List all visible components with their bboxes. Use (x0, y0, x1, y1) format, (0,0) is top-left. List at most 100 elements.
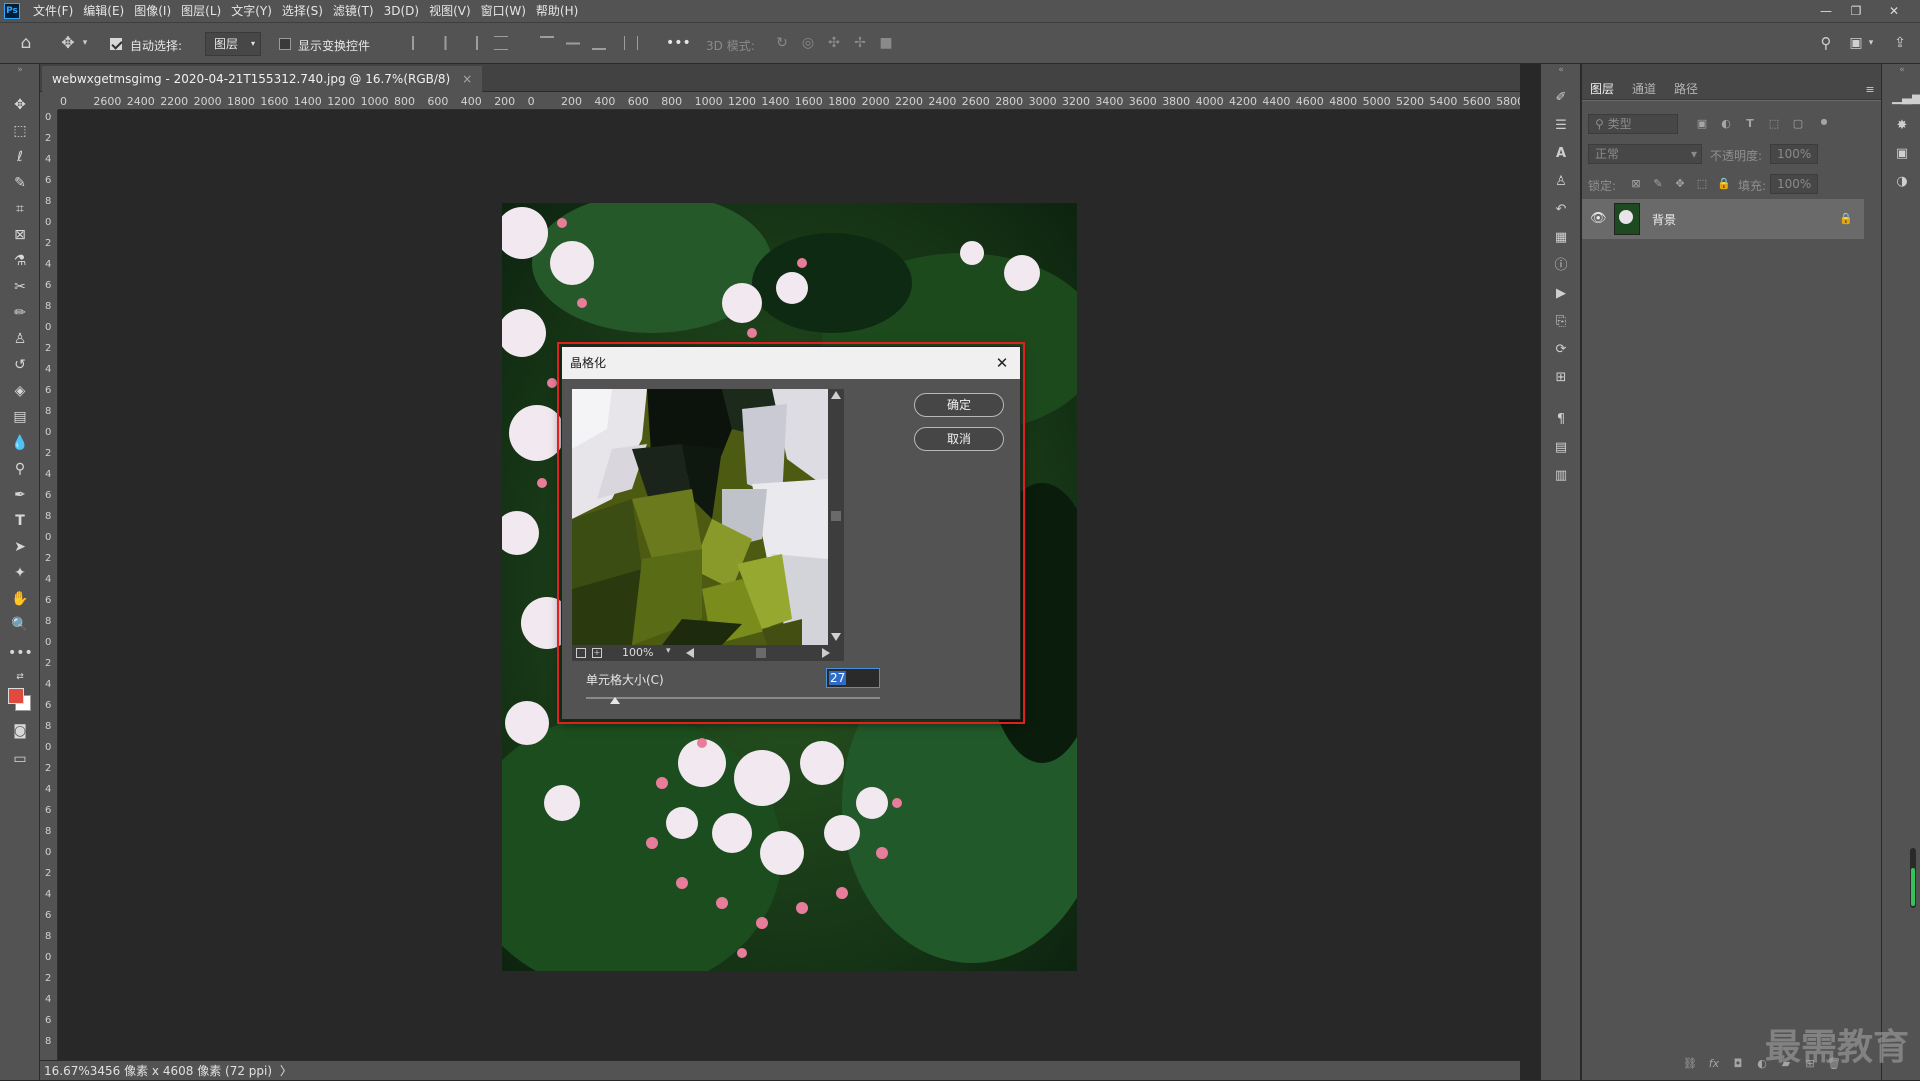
scroll-down-icon[interactable] (831, 633, 841, 641)
workspace-icon[interactable]: ▣ (1846, 33, 1866, 53)
notes-icon[interactable]: ▥ (1551, 466, 1571, 486)
chevron-down-icon[interactable]: ▾ (1866, 33, 1876, 53)
align-right-icon[interactable] (464, 36, 478, 50)
libraries-icon[interactable]: ▣ (1892, 144, 1912, 164)
align-middle-icon[interactable] (566, 36, 580, 50)
history-icon[interactable]: ↶ (1551, 200, 1571, 220)
type-tool-icon[interactable]: T (8, 510, 32, 532)
filter-pixel-icon[interactable]: ▣ (1694, 116, 1710, 132)
cell-size-slider-track[interactable] (586, 697, 880, 699)
menu-type[interactable]: 文字(Y) (226, 0, 277, 22)
slide-3d-icon[interactable]: ✢ (850, 33, 870, 53)
histogram-icon[interactable]: ▁▃▅ (1892, 88, 1920, 108)
lock-all-icon[interactable]: 🔒 (1716, 176, 1732, 192)
gradient-tool-icon[interactable]: ▤ (8, 406, 32, 428)
eye-icon[interactable]: 👁 (1590, 211, 1607, 227)
tool-presets-icon[interactable]: ⎘ (1551, 312, 1571, 332)
stamp-tool-icon[interactable]: ♙ (8, 328, 32, 350)
roll-3d-icon[interactable]: ◎ (798, 33, 818, 53)
menu-file[interactable]: 文件(F) (28, 0, 78, 22)
scroll-left-icon[interactable] (686, 648, 694, 658)
add-mask-icon[interactable]: ◘ (1730, 1056, 1746, 1072)
link-layers-icon[interactable]: ⛓ (1682, 1056, 1698, 1072)
filter-toggle-icon[interactable]: ● (1816, 114, 1832, 130)
menu-layer[interactable]: 图层(L) (176, 0, 226, 22)
chevron-down-icon[interactable]: ▾ (666, 646, 671, 656)
filter-preview[interactable] (572, 389, 828, 645)
screen-mode-icon[interactable]: ▭ (8, 748, 32, 770)
orbit-3d-icon[interactable]: ↻ (772, 33, 792, 53)
pen-tool-icon[interactable]: ✒ (8, 484, 32, 506)
move-tool-icon[interactable]: ✥ (8, 94, 32, 116)
navigator-icon[interactable]: ✸ (1892, 116, 1912, 136)
filter-adjustment-icon[interactable]: ◐ (1718, 116, 1734, 132)
eraser-tool-icon[interactable]: ◈ (8, 380, 32, 402)
zoom-in-icon[interactable]: + (592, 648, 602, 658)
tab-layers[interactable]: 图层 (1590, 80, 1614, 97)
actions-icon[interactable]: ▶ (1551, 284, 1571, 304)
paragraph-icon[interactable]: ¶ (1551, 410, 1571, 430)
adjustments-icon[interactable]: ☰ (1551, 116, 1571, 136)
move-tool-icon[interactable]: ✥ (58, 33, 78, 53)
collapse-icon[interactable]: « (1892, 64, 1912, 76)
horizontal-scroll-thumb[interactable] (756, 648, 766, 658)
collapse-icon[interactable]: » (8, 64, 32, 76)
eyedropper-tool-icon[interactable]: ⚗ (8, 250, 32, 272)
timeline-icon[interactable]: ⊞ (1551, 368, 1571, 388)
lock-position-icon[interactable]: ✥ (1672, 176, 1688, 192)
info-icon[interactable]: ⓘ (1551, 256, 1571, 276)
scroll-thumb[interactable] (831, 511, 841, 521)
minimize-icon[interactable]: — (1812, 0, 1840, 22)
close-icon[interactable]: ✕ (1880, 0, 1908, 22)
quick-mask-icon[interactable]: ◙ (8, 720, 32, 742)
zoom-out-icon[interactable] (576, 648, 586, 658)
document-tab[interactable]: webwxgetmsgimg - 2020-04-21T155312.740.j… (42, 66, 483, 92)
zoom-tool-icon[interactable]: 🔍 (8, 614, 32, 636)
menu-window[interactable]: 窗口(W) (476, 0, 531, 22)
lock-transparent-icon[interactable]: ⊠ (1628, 176, 1644, 192)
menu-filter[interactable]: 滤镜(T) (328, 0, 379, 22)
hand-tool-icon[interactable]: ✋ (8, 588, 32, 610)
distribute-vertical-icon[interactable] (624, 36, 638, 50)
cell-size-slider-thumb[interactable] (610, 697, 621, 704)
ok-button[interactable]: 确定 (914, 393, 1004, 417)
lock-image-icon[interactable]: ✎ (1650, 176, 1666, 192)
healing-tool-icon[interactable]: ✂ (8, 276, 32, 298)
fx-icon[interactable]: fx (1706, 1056, 1722, 1072)
opacity-input[interactable]: 100% (1770, 144, 1818, 164)
filter-shape-icon[interactable]: ⬚ (1766, 116, 1782, 132)
home-icon[interactable]: ⌂ (16, 33, 36, 53)
dodge-tool-icon[interactable]: ⚲ (8, 458, 32, 480)
close-icon[interactable]: ✕ (992, 347, 1012, 379)
auto-select-checkbox[interactable] (110, 38, 122, 50)
foreground-color-swatch[interactable] (8, 688, 24, 704)
dialog-title-bar[interactable]: 晶格化 ✕ (562, 347, 1020, 379)
panel-menu-icon[interactable]: ≡ (1862, 82, 1878, 98)
search-icon[interactable]: ⚲ (1816, 33, 1836, 53)
quick-select-tool-icon[interactable]: ✎ (8, 172, 32, 194)
marquee-tool-icon[interactable]: ⬚ (8, 120, 32, 142)
tab-close-icon[interactable]: × (462, 72, 472, 86)
menu-edit[interactable]: 编辑(E) (78, 0, 129, 22)
align-bottom-icon[interactable] (592, 36, 606, 50)
fill-input[interactable]: 100% (1770, 174, 1818, 194)
menu-image[interactable]: 图像(I) (129, 0, 176, 22)
shape-tool-icon[interactable]: ✦ (8, 562, 32, 584)
path-select-tool-icon[interactable]: ➤ (8, 536, 32, 558)
collapse-icon[interactable]: « (1551, 64, 1571, 76)
tab-paths[interactable]: 路径 (1674, 80, 1698, 97)
align-center-icon[interactable] (438, 36, 452, 50)
lasso-tool-icon[interactable]: ℓ (8, 146, 32, 168)
cancel-button[interactable]: 取消 (914, 427, 1004, 451)
frame-tool-icon[interactable]: ⊠ (8, 224, 32, 246)
preview-vertical-scrollbar[interactable] (828, 389, 844, 645)
distribute-icon[interactable] (494, 36, 508, 50)
auto-select-target-dropdown[interactable]: 图层 ▾ (205, 32, 261, 56)
crop-tool-icon[interactable]: ⌗ (8, 198, 32, 220)
blur-tool-icon[interactable]: 💧 (8, 432, 32, 454)
layer-filter-dropdown[interactable]: ⚲ 类型 (1588, 114, 1678, 134)
share-icon[interactable]: ⇪ (1890, 33, 1910, 53)
3d-icon[interactable]: ⟳ (1551, 340, 1571, 360)
properties-icon[interactable]: ▦ (1551, 228, 1571, 248)
more-options-icon[interactable]: ••• (666, 35, 691, 51)
